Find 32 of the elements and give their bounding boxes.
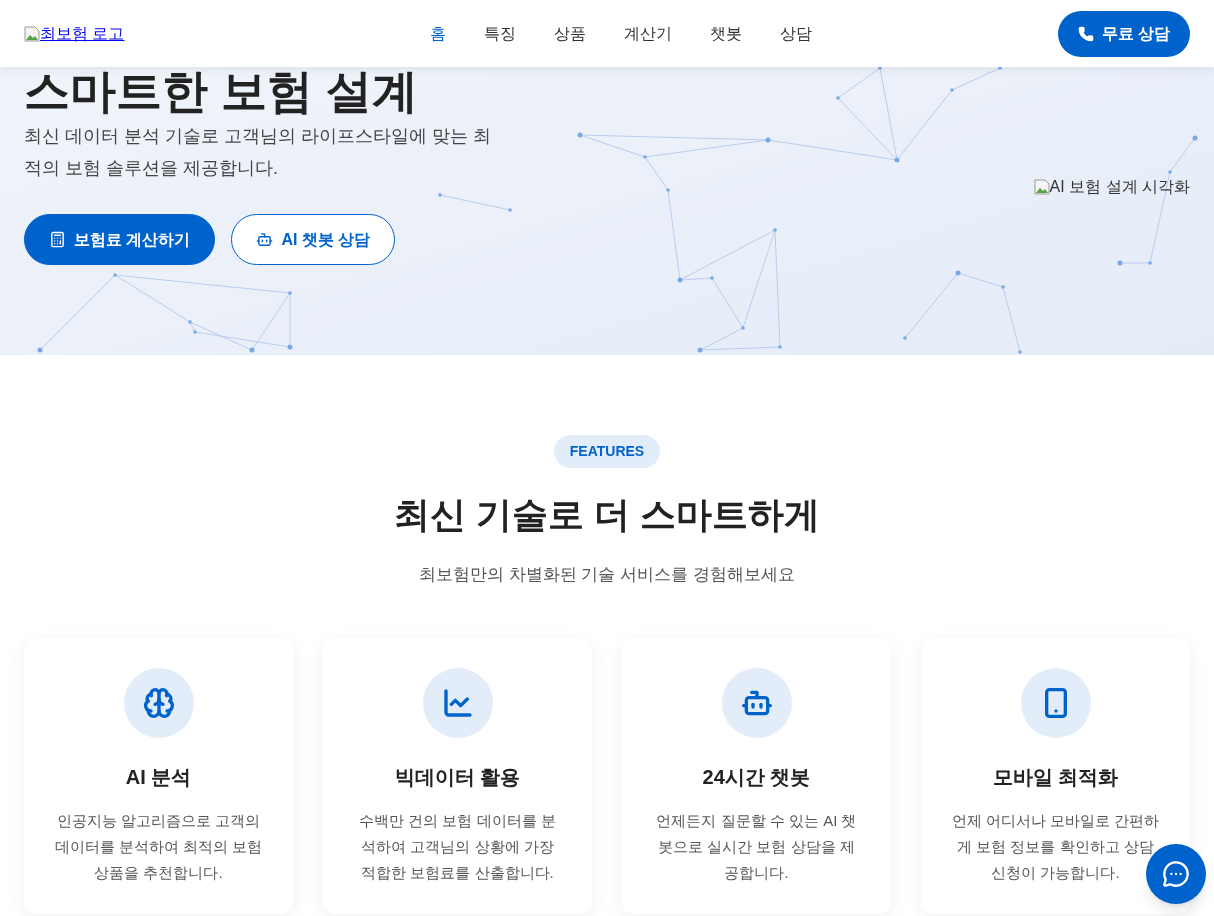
broken-image-icon: [1033, 178, 1050, 195]
image-alt-text: AI 보험 설계 시각화: [1049, 176, 1190, 197]
hero-subtitle: 최신 데이터 분석 기술로 고객님의 라이프스타일에 맞는 최적의 보험 솔루션을 제공합니다.: [24, 125, 492, 180]
feature-title: 모바일 최적화: [992, 764, 1119, 790]
logo-link[interactable]: 최보험 로고: [24, 21, 125, 46]
feature-description: 언제든지 질문할 수 있는 AI 챗봇으로 실시간 보험 상담을 제공합니다.: [655, 810, 858, 883]
nav-link[interactable]: 홈: [430, 21, 447, 46]
chart-line-icon: [441, 686, 474, 719]
feature-description: 수백만 건의 보험 데이터를 분석하여 고객님의 상황에 가장 적합한 보험료를 산출합니다.: [358, 810, 557, 883]
nav-link[interactable]: 상담: [780, 21, 813, 46]
nav-link[interactable]: 특징: [484, 21, 517, 46]
nav-link[interactable]: 상품: [554, 21, 587, 46]
nav-link[interactable]: 챗봇: [710, 21, 743, 46]
robot-icon: [256, 231, 274, 248]
chatbot-button[interactable]: AI 챗봇 상담: [231, 214, 396, 265]
nav-link[interactable]: 계산기: [624, 21, 673, 46]
section-badge: FEATURES: [553, 435, 661, 468]
phone-icon: [1077, 25, 1094, 42]
calculator-icon: [49, 231, 66, 248]
section-title: 최신 기술로 더 스마트하게: [394, 493, 820, 537]
hero-title: 스마트한 보험 설계: [24, 66, 419, 116]
section-subtitle: 최보험만의 차별화된 기술 서비스를 경험해보세요: [419, 564, 795, 586]
broken-image-icon: [24, 25, 40, 42]
brain-icon: [142, 686, 175, 719]
feature-title: 빅데이터 활용: [394, 764, 521, 790]
feature-title: 24시간 챗봇: [702, 764, 811, 790]
feature-title: AI 분석: [125, 764, 192, 790]
feature-description: 언제 어디서나 모바일로 간편하게 보험 정보를 확인하고 상담 신청이 가능합니다.: [950, 810, 1161, 883]
calculate-button[interactable]: 보험료 계산하기: [24, 214, 216, 265]
chat-icon: [1162, 860, 1190, 888]
free-consult-button[interactable]: 무료 상담: [1057, 10, 1190, 57]
feature-description: 인공지능 알고리즘으로 고객의 데이터를 분석하여 최적의 보험 상품을 추천합니다.: [53, 810, 264, 883]
